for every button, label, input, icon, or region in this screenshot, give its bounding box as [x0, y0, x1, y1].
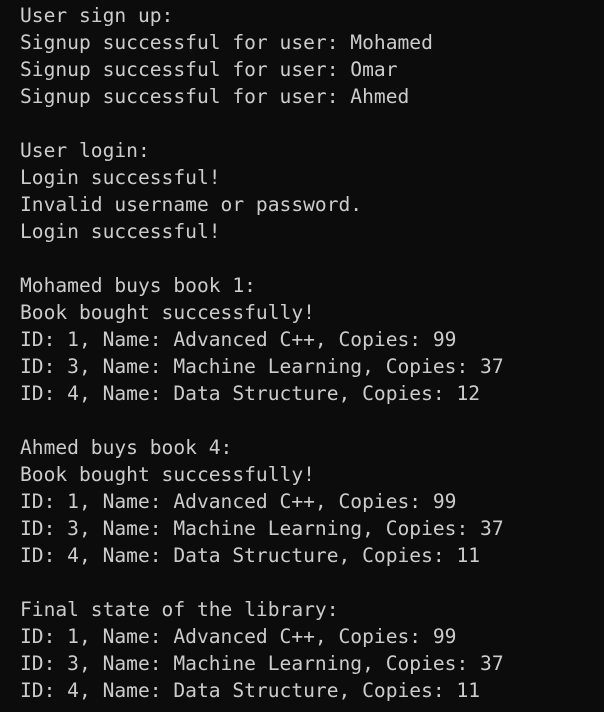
console-line: Signup successful for user: Omar: [20, 58, 398, 81]
console-line: User sign up:: [20, 4, 174, 27]
console-line: Book bought successfully!: [20, 463, 315, 486]
console-line: ID: 1, Name: Advanced C++, Copies: 99: [20, 625, 457, 648]
console-line: ID: 1, Name: Advanced C++, Copies: 99: [20, 328, 457, 351]
console-line: Mohamed buys book 1:: [20, 274, 256, 297]
console-line: ID: 4, Name: Data Structure, Copies: 12: [20, 382, 481, 405]
console-line: Login successful!: [20, 166, 221, 189]
console-line: Invalid username or password.: [20, 193, 363, 216]
console-line: Login successful!: [20, 220, 221, 243]
console-line: Ahmed buys book 4:: [20, 436, 233, 459]
console-line: ID: 4, Name: Data Structure, Copies: 11: [20, 544, 481, 567]
console-line: Book bought successfully!: [20, 301, 315, 324]
console-output: User sign up: Signup successful for user…: [0, 0, 604, 712]
console-line: Signup successful for user: Mohamed: [20, 31, 433, 54]
console-line: ID: 4, Name: Data Structure, Copies: 11: [20, 679, 481, 702]
console-line: Final state of the library:: [20, 598, 339, 621]
console-line: ID: 3, Name: Machine Learning, Copies: 3…: [20, 517, 504, 540]
console-line: ID: 1, Name: Advanced C++, Copies: 99: [20, 490, 457, 513]
console-line: Signup successful for user: Ahmed: [20, 85, 410, 108]
console-line: ID: 3, Name: Machine Learning, Copies: 3…: [20, 355, 504, 378]
console-line: ID: 3, Name: Machine Learning, Copies: 3…: [20, 652, 504, 675]
console-line: User login:: [20, 139, 150, 162]
